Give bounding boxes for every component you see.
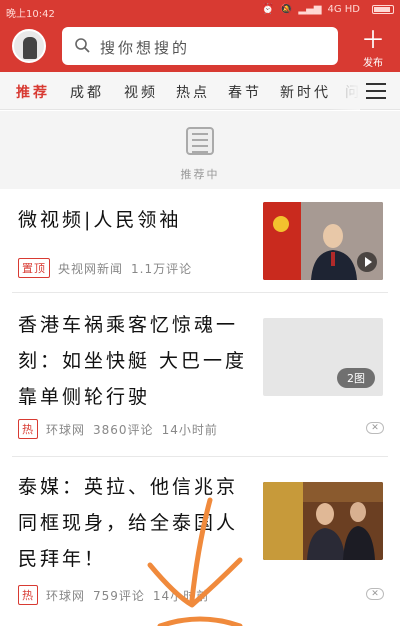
hot-badge: 热 <box>18 419 38 439</box>
tab-new-era[interactable]: 新时代 <box>280 82 331 102</box>
tab-chengdu[interactable]: 成都 <box>70 82 104 102</box>
publish-label: 发布 <box>363 58 383 69</box>
news-thumb-3[interactable] <box>263 482 383 560</box>
avatar[interactable] <box>12 29 46 63</box>
mute-icon: 🔕 <box>279 4 293 15</box>
news-title-1[interactable]: 微视频|人民领袖 <box>18 202 254 238</box>
news-meta-1: 置顶 央视网新闻 1.1万评论 <box>18 258 192 278</box>
news-thumb-2[interactable]: 2图 <box>263 318 383 396</box>
status-icons: ⏰ 🔕 ▂▄▆ 4G HD <box>262 4 361 15</box>
menu-icon[interactable] <box>366 83 386 99</box>
tab-recommend[interactable]: 推荐 <box>16 82 50 102</box>
news-comments-3: 759评论 <box>93 588 145 603</box>
tab-spring-festival[interactable]: 春节 <box>228 82 262 102</box>
refresh-indicator: 推荐中 <box>0 111 400 189</box>
pinned-badge: 置顶 <box>18 258 50 278</box>
news-comments-2: 3860评论 <box>93 422 154 437</box>
alarm-icon: ⏰ <box>261 4 274 15</box>
dismiss-icon[interactable]: ✕ <box>366 422 384 434</box>
search-placeholder: 搜你想搜的 <box>100 39 191 57</box>
plus-icon: ＋ <box>361 26 385 54</box>
photo-count-badge: 2图 <box>337 368 375 388</box>
news-comments-1: 1.1万评论 <box>131 261 193 276</box>
status-time: 晚上10:42 <box>6 9 55 20</box>
publish-button[interactable]: ＋ 发布 <box>356 28 390 69</box>
tab-video[interactable]: 视频 <box>124 82 158 102</box>
tabs-fade <box>330 72 360 110</box>
news-item-2[interactable]: 香港车祸乘客忆惊魂一刻：如坐快艇 大巴一度靠单侧轮行驶 2图 热 环球网 386… <box>0 293 400 455</box>
news-item-3[interactable]: 泰媒：英拉、他信兆京同框现身，给全泰国人民拜年！ 热 环球网 759评论 14小… <box>0 457 400 626</box>
play-icon[interactable] <box>357 252 377 272</box>
status-bar: 晚上10:42 ⏰ 🔕 ▂▄▆ 4G HD <box>0 0 400 22</box>
top-header: 晚上10:42 ⏰ 🔕 ▂▄▆ 4G HD 搜你想搜的 ＋ 发布 <box>0 0 400 72</box>
news-time-2: 14小时前 <box>161 422 218 437</box>
news-source-3: 环球网 <box>46 588 86 603</box>
tab-hot[interactable]: 热点 <box>176 82 210 102</box>
loading-label: 推荐中 <box>180 168 220 181</box>
hot-badge: 热 <box>18 585 38 605</box>
news-item-1[interactable]: 微视频|人民领袖 置顶 央视网新闻 1.1万评论 <box>0 190 400 292</box>
dismiss-icon[interactable]: ✕ <box>366 588 384 600</box>
battery-icon <box>372 5 394 14</box>
news-time-3: 14小时前 <box>152 588 210 603</box>
news-title-3[interactable]: 泰媒：英拉、他信兆京同框现身，给全泰国人民拜年！ <box>18 469 258 577</box>
search-box[interactable]: 搜你想搜的 <box>62 27 338 65</box>
document-icon <box>186 127 214 155</box>
news-source-1: 央视网新闻 <box>58 261 124 276</box>
search-icon <box>75 38 90 53</box>
news-thumb-1[interactable] <box>263 202 383 280</box>
channel-tabs: 推荐 成都 视频 热点 春节 新时代 问 <box>0 72 400 110</box>
news-title-2[interactable]: 香港车祸乘客忆惊魂一刻：如坐快艇 大巴一度靠单侧轮行驶 <box>18 307 258 415</box>
network-label: 4G HD <box>327 4 360 15</box>
avatar-figure <box>23 37 37 59</box>
news-meta-2: 热 环球网 3860评论 14小时前 <box>18 419 218 439</box>
news-image-3 <box>263 482 383 560</box>
signal-icon: ▂▄▆ <box>298 4 322 15</box>
battery-indicator <box>372 5 394 14</box>
news-meta-3: 热 环球网 759评论 14小时前 <box>18 585 209 605</box>
news-source-2: 环球网 <box>46 422 86 437</box>
